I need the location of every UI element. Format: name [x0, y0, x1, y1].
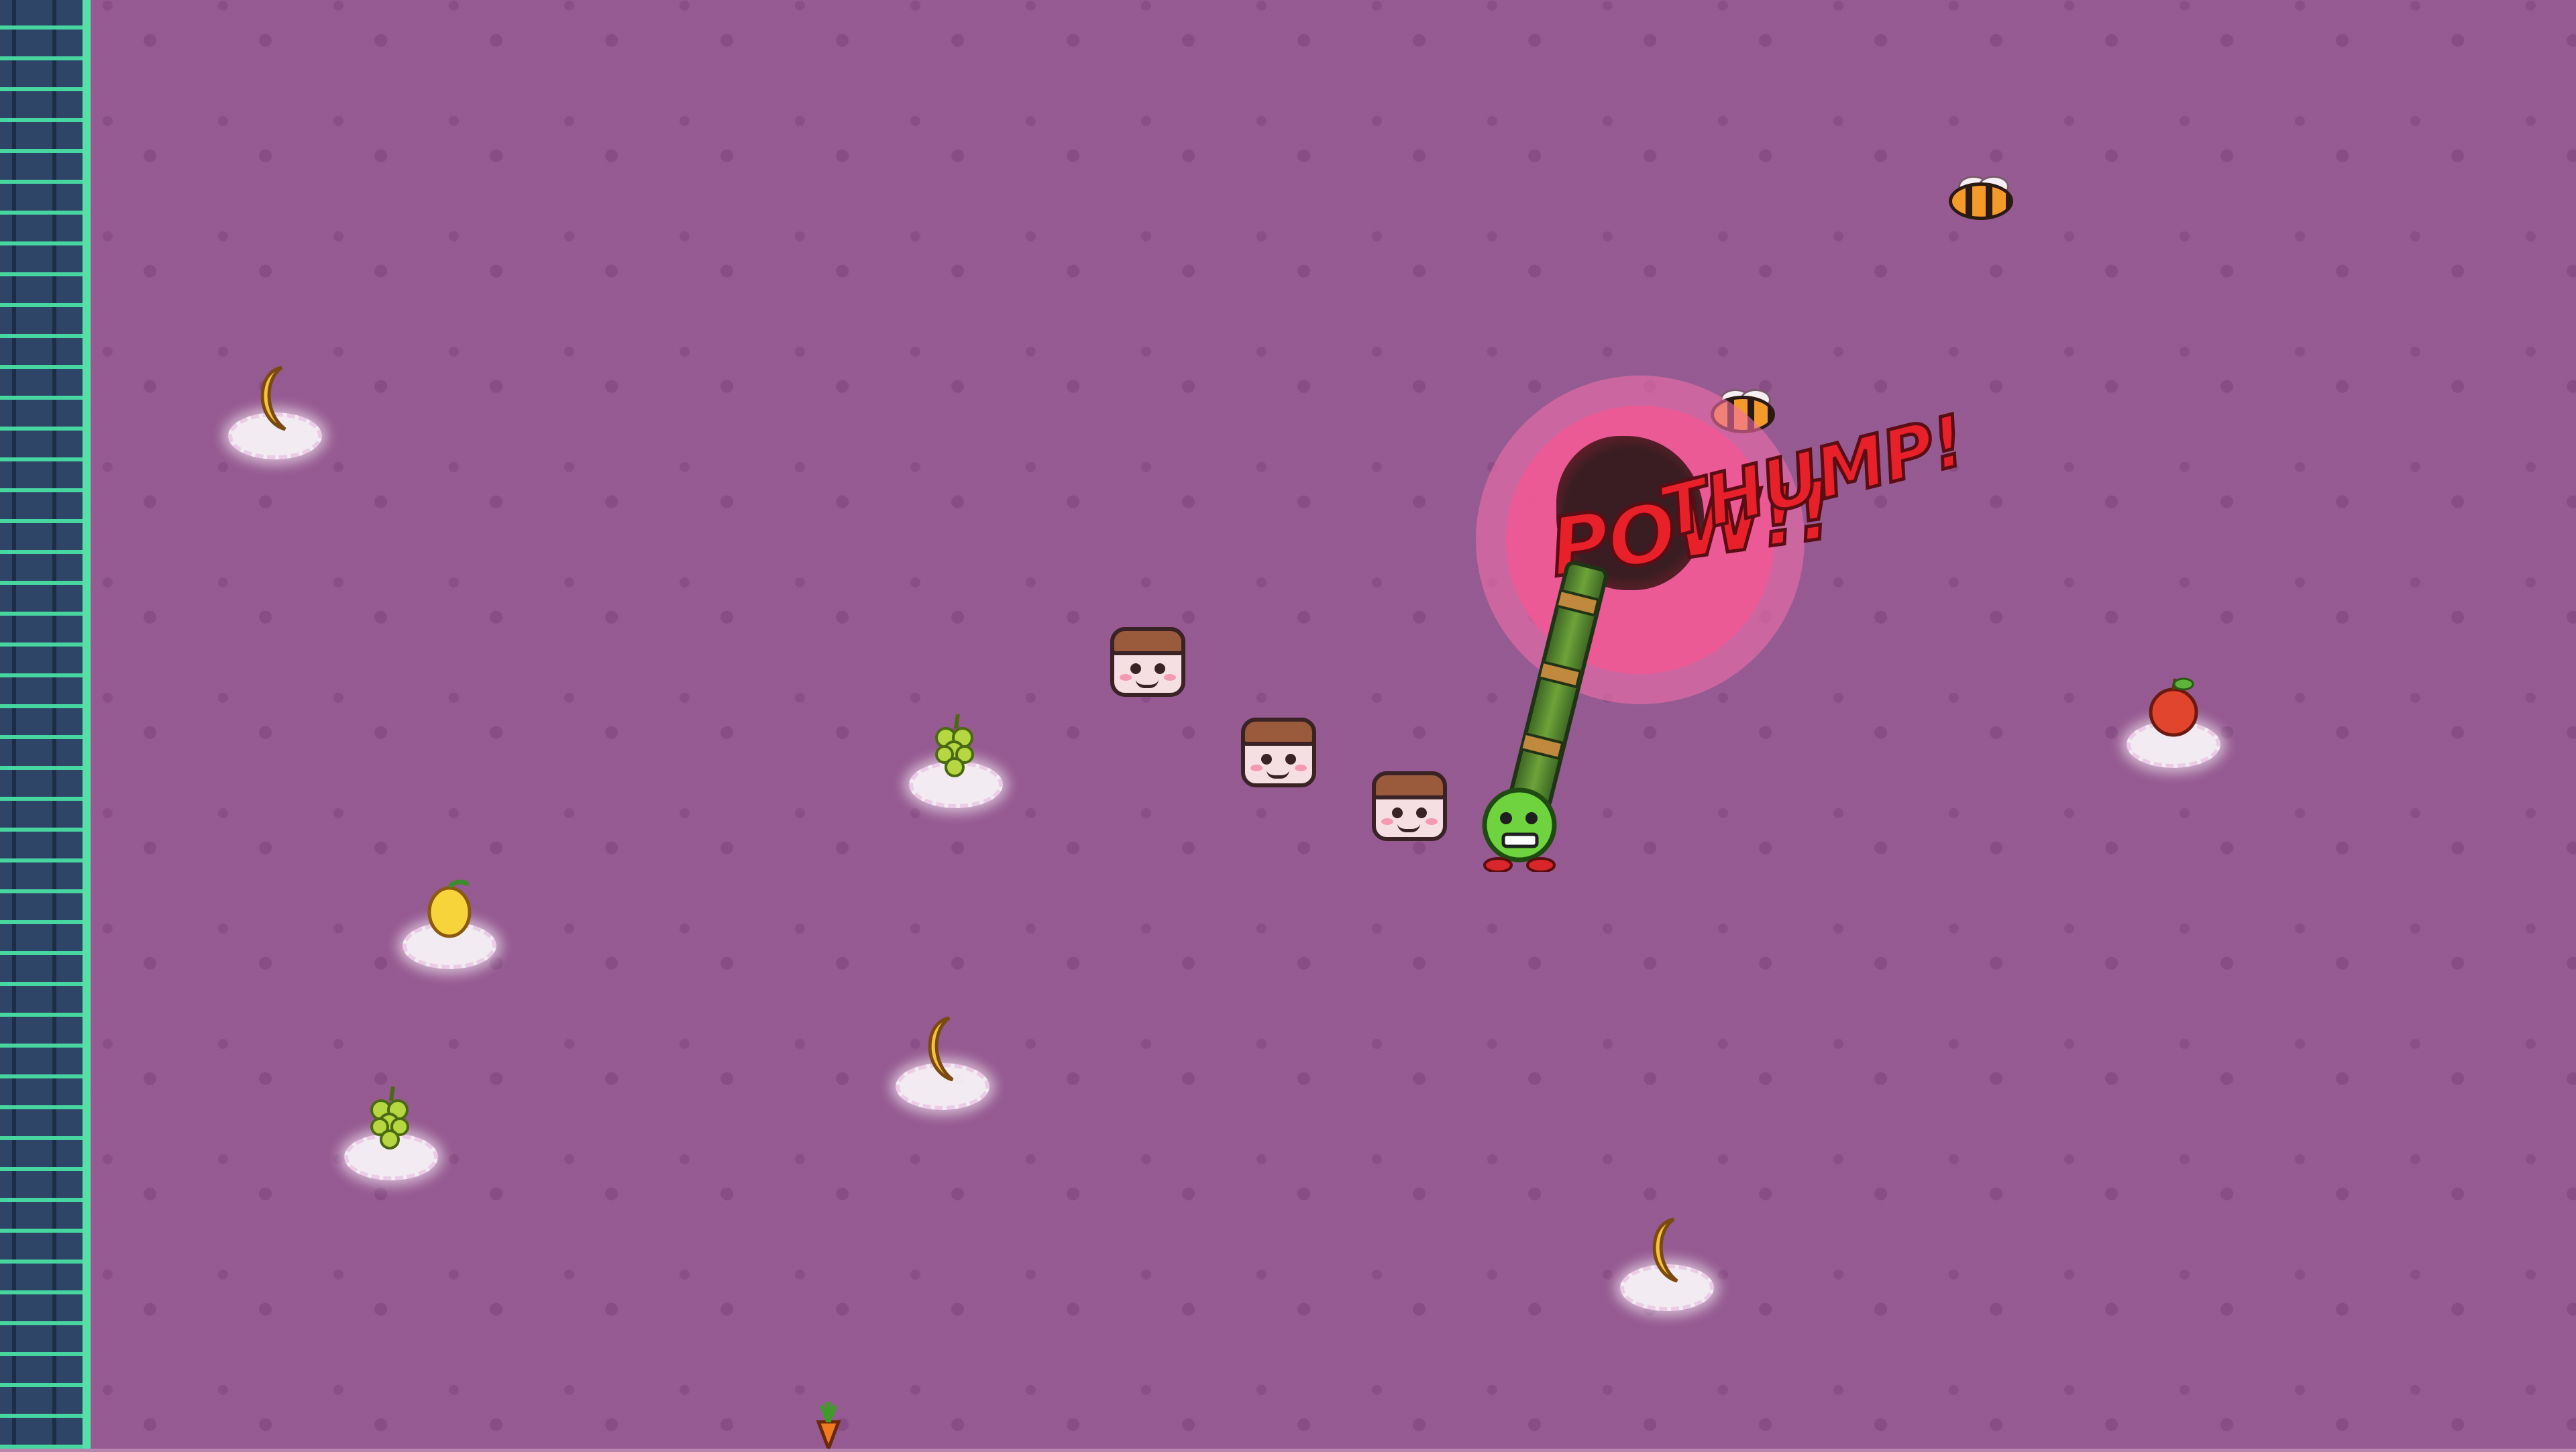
box-head-enemy[interactable] [1241, 718, 1316, 793]
enemy-cheek [1426, 818, 1438, 825]
banana-pickup[interactable] [892, 1013, 993, 1113]
arena-left-wall [0, 0, 91, 1449]
enemy-eye [1285, 754, 1296, 765]
banana-icon [260, 366, 286, 431]
enemy-eye [1392, 807, 1403, 818]
banana-pickup[interactable] [1617, 1214, 1717, 1315]
launcher-band [1537, 660, 1582, 689]
enemy-cheek [1120, 674, 1132, 681]
box-head-enemy[interactable] [1372, 771, 1447, 846]
launcher-band [1555, 588, 1601, 617]
grapes-pickup[interactable] [341, 1083, 441, 1184]
enemy-eye [1130, 663, 1141, 674]
carrot-pickup[interactable] [805, 1402, 852, 1452]
bee-body [1949, 182, 2013, 220]
enemy-eye [1261, 754, 1272, 765]
box-head-enemy[interactable] [1110, 627, 1185, 702]
grapes-icon [370, 1086, 409, 1150]
lemon-icon [427, 879, 472, 938]
bee-enemy[interactable] [1949, 176, 2013, 223]
enemy-hair [1241, 718, 1316, 746]
launcher-band [1519, 732, 1564, 761]
enemy-cheek [1164, 674, 1176, 681]
player-character[interactable] [1479, 785, 1560, 873]
apple-pickup[interactable] [2123, 671, 2224, 771]
enemy-eye [1155, 663, 1165, 674]
banana-pickup[interactable] [225, 362, 325, 463]
grapes-icon [935, 714, 974, 777]
green-blob-player-icon [1482, 787, 1557, 873]
carrot-icon [816, 1402, 841, 1452]
apple-icon [2149, 677, 2198, 737]
enemy-hair [1110, 627, 1185, 655]
enemy-eye [1416, 807, 1427, 818]
enemy-hair [1372, 771, 1447, 799]
grapes-pickup[interactable] [906, 711, 1006, 812]
enemy-cheek [1381, 818, 1393, 825]
banana-icon [1652, 1217, 1678, 1283]
enemy-cheek [1250, 765, 1263, 771]
banana-icon [928, 1016, 954, 1082]
lemon-pickup[interactable] [399, 872, 500, 972]
enemy-cheek [1295, 765, 1307, 771]
